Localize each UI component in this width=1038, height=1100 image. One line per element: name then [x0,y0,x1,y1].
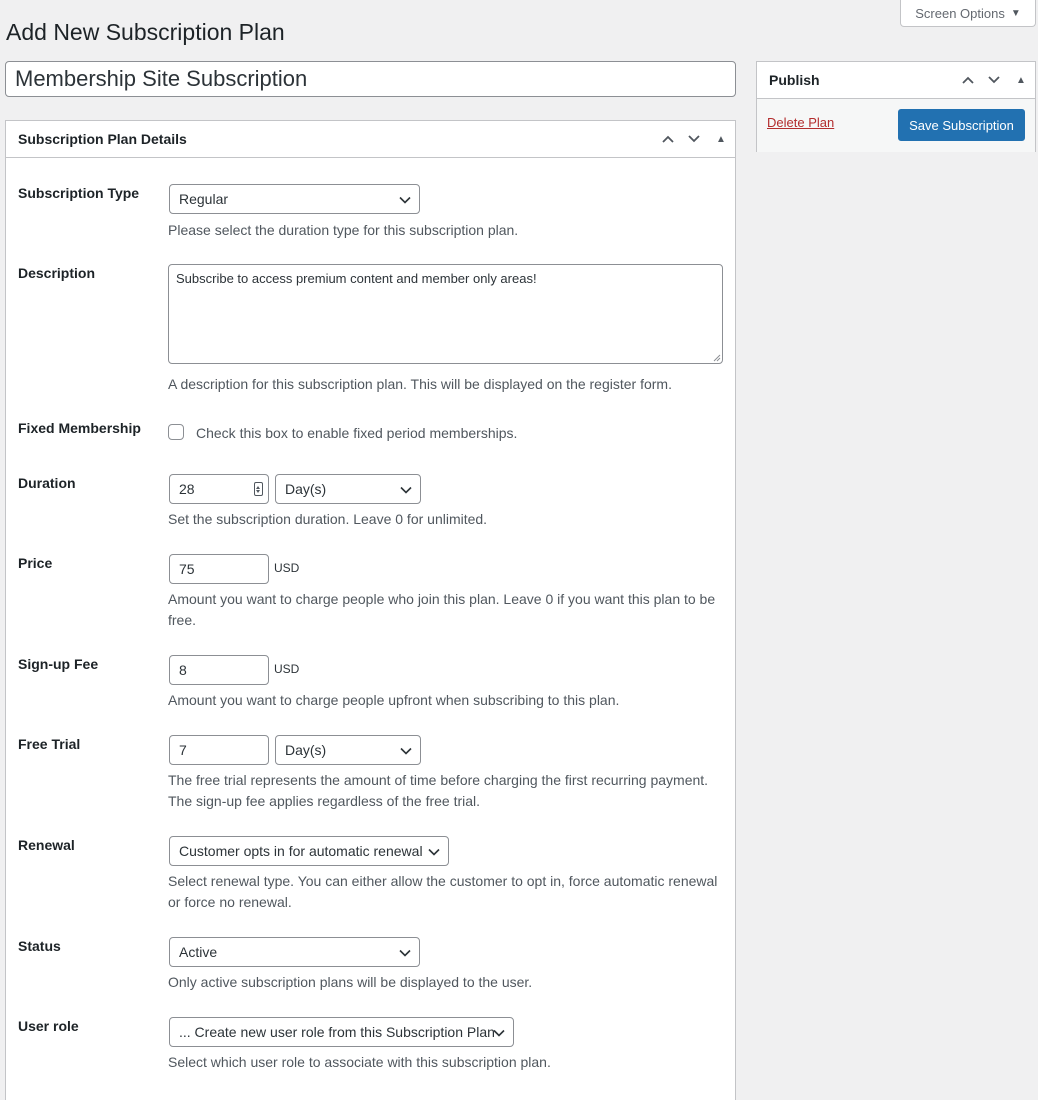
user-role-help: Select which user role to associate with… [168,1054,551,1070]
duration-unit-select[interactable]: Day(s) [275,474,421,504]
chevron-down-icon [428,848,440,856]
price-label: Price [18,555,53,571]
fixed-membership-text: Check this box to enable fixed period me… [196,425,518,441]
price-value: 75 [179,561,195,577]
publish-box-title: Publish [769,72,820,88]
user-role-label: User role [18,1018,79,1034]
price-help: Amount you want to charge people who joi… [168,591,716,628]
caret-down-icon: ▼ [1010,7,1021,19]
duration-help: Set the subscription duration. Leave 0 f… [168,511,488,527]
user-role-value: ... Create new user role from this Subsc… [179,1024,495,1040]
publish-box: Publish ▲ Delete Plan Save Subscription [756,61,1036,152]
description-help: A description for this subscription plan… [168,376,672,392]
status-help: Only active subscription plans will be d… [168,974,533,990]
move-up-icon[interactable] [955,62,981,98]
resize-grip-icon[interactable] [713,354,721,362]
delete-plan-link[interactable]: Delete Plan [767,115,834,130]
chevron-down-icon [493,1029,505,1037]
signup-fee-label: Sign-up Fee [18,656,99,672]
plan-title-input[interactable]: Membership Site Subscription [5,61,736,97]
duration-value: 28 [179,481,195,497]
renewal-value: Customer opts in for automatic renewal [179,843,423,859]
renewal-label: Renewal [18,837,75,853]
free-trial-input[interactable]: 7 [169,735,269,765]
collapse-toggle-icon[interactable]: ▲ [707,121,735,157]
subscription-type-select[interactable]: Regular [169,184,420,214]
duration-input[interactable]: 28 [169,474,269,504]
description-value: Subscribe to access premium content and … [176,271,537,286]
move-down-icon[interactable] [981,62,1007,98]
move-down-icon[interactable] [681,121,707,157]
status-value: Active [179,944,218,960]
free-trial-label: Free Trial [18,736,81,752]
price-currency: USD [274,561,300,575]
subscription-type-label: Subscription Type [18,185,140,201]
screen-options-button[interactable]: Screen Options ▼ [900,0,1036,27]
price-input[interactable]: 75 [169,554,269,584]
user-role-select[interactable]: ... Create new user role from this Subsc… [169,1017,514,1047]
renewal-help: Select renewal type. You can either allo… [168,873,718,910]
signup-fee-value: 8 [179,662,187,678]
signup-fee-currency: USD [274,662,300,676]
subscription-type-value: Regular [179,191,229,207]
description-textarea[interactable]: Subscribe to access premium content and … [168,264,723,364]
renewal-select[interactable]: Customer opts in for automatic renewal [169,836,449,866]
chevron-down-icon [399,196,411,204]
free-trial-value: 7 [179,742,187,758]
signup-fee-help: Amount you want to charge people upfront… [168,692,620,708]
fixed-membership-label: Fixed Membership [18,420,141,436]
number-spinner-icon[interactable] [254,482,263,496]
details-box-header: Subscription Plan Details ▲ [6,121,735,158]
save-subscription-button[interactable]: Save Subscription [898,109,1025,141]
duration-label: Duration [18,475,76,491]
screen-options-label: Screen Options [915,5,1005,21]
subscription-plan-details-box: Subscription Plan Details ▲ Subscription… [5,120,736,1100]
publish-box-header: Publish ▲ [757,62,1035,99]
page-title: Add New Subscription Plan [6,19,285,45]
description-label: Description [18,265,96,281]
status-label: Status [18,938,61,954]
chevron-down-icon [399,949,411,957]
publish-actions: Delete Plan Save Subscription [757,99,1035,152]
status-select[interactable]: Active [169,937,420,967]
subscription-type-help: Please select the duration type for this… [168,222,519,238]
duration-unit-value: Day(s) [285,481,327,497]
free-trial-unit-select[interactable]: Day(s) [275,735,421,765]
chevron-down-icon [400,486,412,494]
details-box-title: Subscription Plan Details [18,131,187,147]
chevron-down-icon [400,747,412,755]
free-trial-help: The free trial represents the amount of … [168,772,709,809]
free-trial-unit-value: Day(s) [285,742,327,758]
move-up-icon[interactable] [655,121,681,157]
signup-fee-input[interactable]: 8 [169,655,269,685]
fixed-membership-checkbox[interactable] [168,424,184,440]
collapse-toggle-icon[interactable]: ▲ [1007,62,1035,98]
plan-title-value: Membership Site Subscription [15,66,308,91]
